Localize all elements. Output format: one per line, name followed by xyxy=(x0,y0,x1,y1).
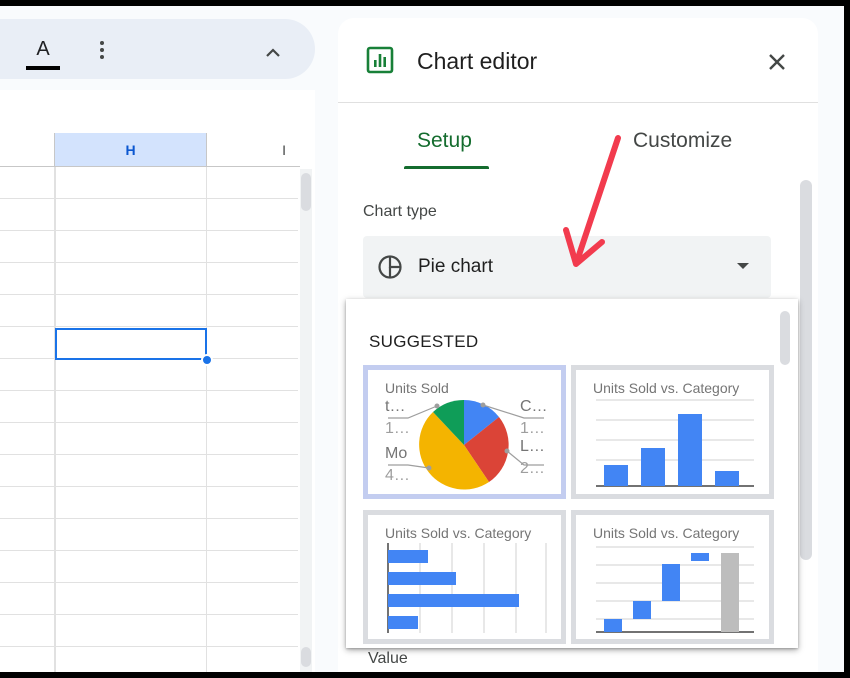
active-tab-indicator xyxy=(404,166,489,169)
tab-customize[interactable]: Customize xyxy=(633,128,732,154)
waterfall-thumbnail xyxy=(596,546,754,633)
scrollbar-thumb[interactable] xyxy=(301,173,311,211)
column-chart-option[interactable]: Units Sold vs. Category xyxy=(571,365,774,499)
chevron-up-icon[interactable] xyxy=(263,43,283,63)
column-header-g[interactable] xyxy=(0,133,55,167)
waterfall-chart-option[interactable]: Units Sold vs. Category xyxy=(571,510,774,644)
red-arrow-annotation xyxy=(563,135,621,267)
app-frame: A H I Chart editor Setup Customize Chart… xyxy=(0,6,844,672)
pie-chart-option[interactable]: Units Sold t… 1… Mo 4… C… 1… L… 2… xyxy=(363,365,566,499)
value-label: Value xyxy=(368,650,408,667)
pie-label: L… xyxy=(520,438,545,455)
tab-setup[interactable]: Setup xyxy=(417,128,472,154)
panel-scrollbar[interactable] xyxy=(800,180,812,560)
pie-label: Mo xyxy=(385,445,408,462)
bar-thumbnail xyxy=(387,543,547,633)
pie-label-value: 4… xyxy=(385,467,410,484)
pie-label: t… xyxy=(385,398,406,415)
pie-chart-icon xyxy=(378,255,402,279)
chart-type-value: Pie chart xyxy=(418,256,493,277)
sheet-scrollbar[interactable] xyxy=(300,169,312,672)
bar-chart-option[interactable]: Units Sold vs. Category xyxy=(363,510,566,644)
chart-icon xyxy=(366,46,394,74)
chart-type-dropdown: SUGGESTED Units Sold t… 1… Mo 4… C… 1… L… xyxy=(346,299,798,648)
pie-label-value: 1… xyxy=(520,420,545,437)
fill-handle[interactable] xyxy=(201,354,213,366)
dropdown-caret-icon xyxy=(737,263,749,269)
dropdown-scrollbar[interactable] xyxy=(780,311,790,365)
suggested-heading: SUGGESTED xyxy=(369,332,479,351)
sheet-toolbar: A xyxy=(0,19,315,79)
text-color-swatch xyxy=(26,66,60,70)
more-vert-icon[interactable] xyxy=(98,41,106,62)
column-thumbnail xyxy=(596,399,754,487)
cell-grid[interactable] xyxy=(0,167,298,672)
chart-type-label: Chart type xyxy=(363,203,437,220)
pie-label-value: 1… xyxy=(385,420,410,437)
pie-label: C… xyxy=(520,398,548,415)
panel-header: Chart editor xyxy=(338,18,818,103)
selected-cell[interactable] xyxy=(55,328,207,360)
text-color-icon[interactable]: A xyxy=(26,39,60,59)
scrollbar-thumb-bottom[interactable] xyxy=(301,647,311,667)
pie-label-value: 2… xyxy=(520,460,545,477)
column-header-h[interactable]: H xyxy=(55,133,207,167)
close-icon[interactable] xyxy=(766,51,788,73)
column-header-i[interactable]: I xyxy=(207,133,300,167)
panel-title: Chart editor xyxy=(417,48,538,74)
